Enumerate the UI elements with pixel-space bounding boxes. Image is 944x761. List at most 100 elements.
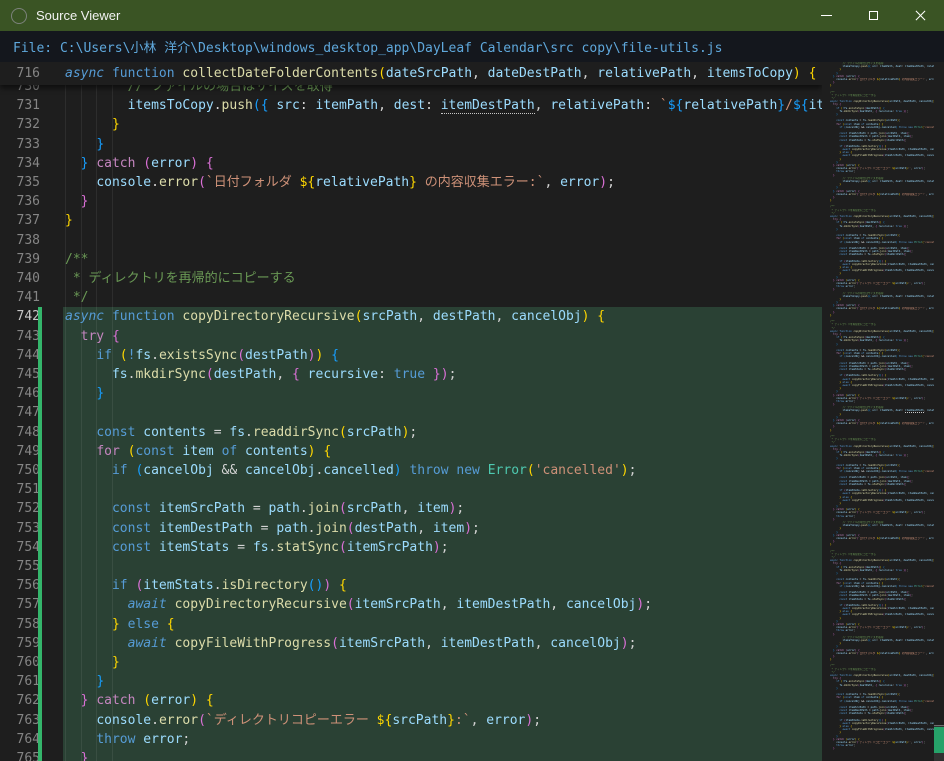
code-line[interactable]: 733 } bbox=[0, 135, 822, 154]
code-line[interactable]: 753 const itemDestPath = path.join(destP… bbox=[0, 519, 822, 538]
code-line[interactable]: 738 bbox=[0, 231, 822, 250]
line-number[interactable]: 740 bbox=[0, 269, 40, 288]
maximize-button[interactable] bbox=[850, 0, 897, 31]
code-line[interactable]: 760 } bbox=[0, 653, 822, 672]
gutter-highlight-bar bbox=[38, 307, 42, 761]
code-text: } bbox=[65, 653, 120, 672]
vertical-scrollbar[interactable] bbox=[934, 62, 944, 761]
code-line[interactable]: 742 async function copyDirectoryRecursive… bbox=[0, 307, 822, 326]
code-text: console.error(`日付フォルダ ${relativePath} の内… bbox=[65, 173, 615, 192]
line-number[interactable]: 743 bbox=[0, 327, 40, 346]
minimap-content: // ファイルの場合はサイズを取得 itemsToCopy.push({ src… bbox=[822, 62, 934, 751]
sticky-line-code: async function collectDateFolderContents… bbox=[65, 62, 816, 85]
window-controls bbox=[803, 0, 944, 31]
code-text: itemsToCopy.push({ src: itemPath, dest: … bbox=[65, 96, 822, 115]
code-line[interactable]: 758 } else { bbox=[0, 615, 822, 634]
code-line[interactable]: 740 * ディレクトリを再帰的にコピーする bbox=[0, 269, 822, 288]
line-number[interactable]: 756 bbox=[0, 576, 40, 595]
line-number[interactable]: 760 bbox=[0, 653, 40, 672]
code-line[interactable]: 736 } bbox=[0, 192, 822, 211]
code-region[interactable]: 730 // ファイルの場合はサイズを取得731 itemsToCopy.pus… bbox=[0, 62, 822, 761]
code-line[interactable]: 756 if (itemStats.isDirectory()) { bbox=[0, 576, 822, 595]
line-number[interactable]: 739 bbox=[0, 250, 40, 269]
code-text: console.error(`ディレクトリコピーエラー ${srcPath}:`… bbox=[65, 711, 541, 730]
file-path-bar: File: C:\Users\小林 洋介\Desktop\windows_des… bbox=[0, 31, 944, 62]
line-number[interactable]: 737 bbox=[0, 211, 40, 230]
code-line[interactable]: 747 bbox=[0, 403, 822, 422]
code-line[interactable]: 739/** bbox=[0, 250, 822, 269]
line-number[interactable]: 742 bbox=[0, 307, 40, 326]
minimap[interactable]: // ファイルの場合はサイズを取得 itemsToCopy.push({ src… bbox=[822, 62, 934, 761]
code-text: if (itemStats.isDirectory()) { bbox=[65, 576, 347, 595]
line-number[interactable]: 746 bbox=[0, 384, 40, 403]
code-line[interactable]: 759 await copyFileWithProgress(itemSrcPa… bbox=[0, 634, 822, 653]
code-text: * ディレクトリを再帰的にコピーする bbox=[65, 269, 296, 288]
window-title: Source Viewer bbox=[36, 8, 120, 23]
line-number[interactable]: 735 bbox=[0, 173, 40, 192]
line-number[interactable]: 732 bbox=[0, 115, 40, 134]
line-number[interactable]: 731 bbox=[0, 96, 40, 115]
code-line[interactable]: 735 console.error(`日付フォルダ ${relativePath… bbox=[0, 173, 822, 192]
code-text: } bbox=[65, 192, 88, 211]
line-number[interactable]: 748 bbox=[0, 423, 40, 442]
line-number[interactable]: 754 bbox=[0, 538, 40, 557]
line-number[interactable]: 747 bbox=[0, 403, 40, 422]
code-line[interactable]: 755 bbox=[0, 557, 822, 576]
sticky-scroll-header[interactable]: 716 async function collectDateFolderConte… bbox=[0, 62, 822, 85]
line-number[interactable]: 749 bbox=[0, 442, 40, 461]
code-line[interactable]: 748 const contents = fs.readdirSync(srcP… bbox=[0, 423, 822, 442]
line-number[interactable]: 753 bbox=[0, 519, 40, 538]
code-line[interactable]: 765 } bbox=[0, 749, 822, 761]
line-number[interactable]: 733 bbox=[0, 135, 40, 154]
line-number[interactable]: 752 bbox=[0, 499, 40, 518]
code-line[interactable]: 750 if (cancelObj && cancelObj.cancelled… bbox=[0, 461, 822, 480]
line-number[interactable]: 734 bbox=[0, 154, 40, 173]
line-number[interactable]: 736 bbox=[0, 192, 40, 211]
code-text: const itemDestPath = path.join(destPath,… bbox=[65, 519, 480, 538]
line-number[interactable]: 758 bbox=[0, 615, 40, 634]
line-number[interactable]: 757 bbox=[0, 595, 40, 614]
line-number[interactable]: 750 bbox=[0, 461, 40, 480]
line-number[interactable]: 744 bbox=[0, 346, 40, 365]
code-editor[interactable]: 730 // ファイルの場合はサイズを取得731 itemsToCopy.pus… bbox=[0, 62, 944, 761]
code-line[interactable]: 732 } bbox=[0, 115, 822, 134]
code-line[interactable]: 731 itemsToCopy.push({ src: itemPath, de… bbox=[0, 96, 822, 115]
code-text: } bbox=[65, 115, 120, 134]
line-number[interactable]: 762 bbox=[0, 691, 40, 710]
code-line[interactable]: 745 fs.mkdirSync(destPath, { recursive: … bbox=[0, 365, 822, 384]
code-line[interactable]: 762 } catch (error) { bbox=[0, 691, 822, 710]
line-number[interactable]: 759 bbox=[0, 634, 40, 653]
line-number[interactable]: 764 bbox=[0, 730, 40, 749]
line-number[interactable]: 738 bbox=[0, 231, 40, 250]
code-line[interactable]: 764 throw error; bbox=[0, 730, 822, 749]
line-number[interactable]: 765 bbox=[0, 749, 40, 761]
code-line[interactable]: 743 try { bbox=[0, 327, 822, 346]
app-icon bbox=[11, 8, 27, 24]
code-line[interactable]: 754 const itemStats = fs.statSync(itemSr… bbox=[0, 538, 822, 557]
code-line[interactable]: 737} bbox=[0, 211, 822, 230]
minimize-button[interactable] bbox=[803, 0, 850, 31]
line-number[interactable]: 745 bbox=[0, 365, 40, 384]
title-bar: Source Viewer bbox=[0, 0, 944, 31]
code-line[interactable]: 752 const itemSrcPath = path.join(srcPat… bbox=[0, 499, 822, 518]
close-button[interactable] bbox=[897, 0, 944, 31]
line-number[interactable]: 761 bbox=[0, 672, 40, 691]
line-number[interactable]: 751 bbox=[0, 480, 40, 499]
code-line[interactable]: 744 if (!fs.existsSync(destPath)) { bbox=[0, 346, 822, 365]
code-line[interactable]: 763 console.error(`ディレクトリコピーエラー ${srcPat… bbox=[0, 711, 822, 730]
code-line[interactable]: 761 } bbox=[0, 672, 822, 691]
code-line[interactable]: 734 } catch (error) { bbox=[0, 154, 822, 173]
line-number[interactable]: 755 bbox=[0, 557, 40, 576]
code-line[interactable]: 757 await copyDirectoryRecursive(itemSrc… bbox=[0, 595, 822, 614]
sticky-line-number[interactable]: 716 bbox=[0, 62, 40, 85]
line-number[interactable]: 741 bbox=[0, 288, 40, 307]
code-text: } bbox=[65, 211, 73, 230]
line-number[interactable]: 763 bbox=[0, 711, 40, 730]
code-line[interactable]: 746 } bbox=[0, 384, 822, 403]
code-text: } else { bbox=[65, 615, 175, 634]
code-line[interactable]: 751 bbox=[0, 480, 822, 499]
code-line[interactable]: 749 for (const item of contents) { bbox=[0, 442, 822, 461]
code-line[interactable]: 741 */ bbox=[0, 288, 822, 307]
code-text: const itemSrcPath = path.join(srcPath, i… bbox=[65, 499, 464, 518]
code-text: async function copyDirectoryRecursive(sr… bbox=[65, 307, 605, 326]
